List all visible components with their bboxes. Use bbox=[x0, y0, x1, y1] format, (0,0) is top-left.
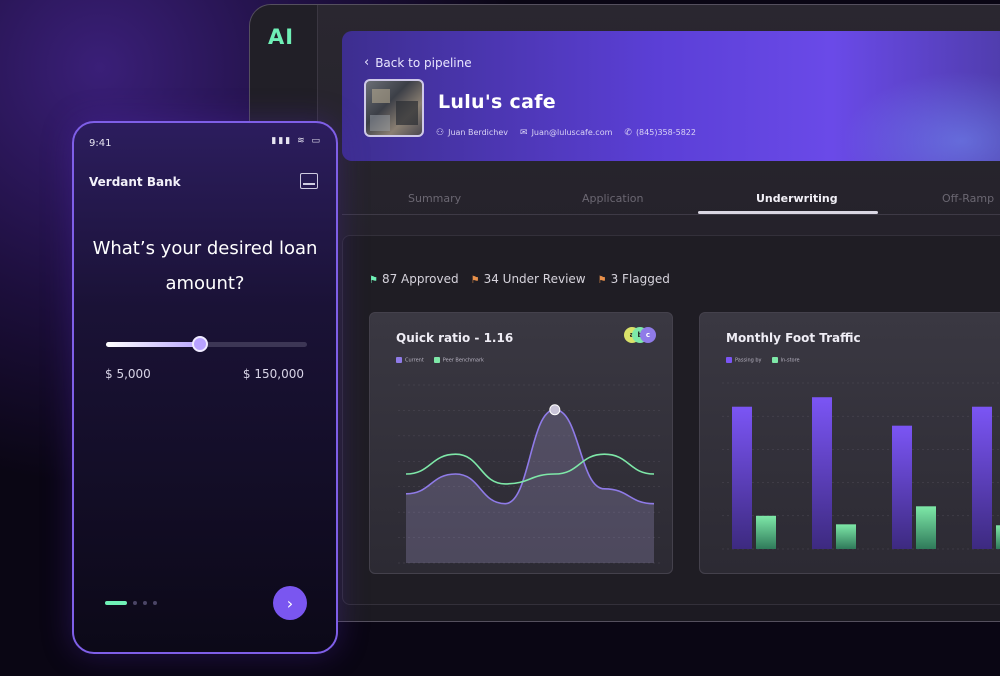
approved-count[interactable]: ⚑ 87 Approved bbox=[369, 272, 459, 286]
mail-icon: ✉ bbox=[520, 128, 528, 138]
series-area bbox=[406, 409, 654, 563]
foot-traffic-card: Monthly Foot Traffic Passing by In-store bbox=[699, 312, 1000, 574]
desktop-app-window: AI ‹ Back to pipeline Lulu's cafe ⚇ Juan … bbox=[249, 4, 1000, 622]
quick-ratio-card: Quick ratio - 1.16 a b c Current Peer Be… bbox=[369, 312, 673, 574]
tab-application[interactable]: Application bbox=[582, 192, 643, 205]
tab-off-ramp[interactable]: Off-Ramp bbox=[942, 192, 994, 205]
back-to-pipeline-link[interactable]: ‹ Back to pipeline bbox=[364, 55, 472, 70]
page-dot bbox=[153, 601, 157, 605]
menu-icon[interactable] bbox=[300, 173, 318, 189]
page-indicator bbox=[105, 601, 157, 605]
loan-amount-slider[interactable] bbox=[106, 336, 307, 352]
foot-traffic-chart bbox=[722, 382, 1000, 550]
traffic-bar bbox=[812, 397, 832, 549]
flag-icon: ⚑ bbox=[369, 275, 378, 286]
back-label: Back to pipeline bbox=[375, 55, 472, 70]
traffic-bar bbox=[916, 506, 936, 549]
underwriting-panel: ⚑ 87 Approved ⚑ 34 Under Review ⚑ 3 Flagged… bbox=[342, 235, 1000, 605]
business-name: Lulu's cafe bbox=[438, 91, 556, 113]
traffic-bar bbox=[836, 524, 856, 549]
traffic-bar bbox=[732, 406, 752, 549]
active-tab-indicator bbox=[698, 211, 878, 214]
next-button[interactable]: › bbox=[273, 586, 307, 620]
business-photo bbox=[364, 79, 424, 137]
mobile-phone-screen: 9:41 ▮▮▮ ≋ ▭ Verdant Bank What’s your de… bbox=[72, 121, 338, 654]
peak-marker bbox=[549, 404, 561, 416]
contact-phone[interactable]: ✆ (845)358-5822 bbox=[624, 128, 696, 138]
slider-fill bbox=[106, 342, 201, 347]
bank-name: Verdant Bank bbox=[89, 175, 181, 189]
tab-bar: Summary Application Underwriting Off-Ram… bbox=[342, 185, 1000, 215]
status-time: 9:41 bbox=[89, 138, 112, 149]
business-header: ‹ Back to pipeline Lulu's cafe ⚇ Juan Ber… bbox=[342, 31, 1000, 161]
traffic-bar bbox=[972, 406, 992, 549]
range-max-label: $ 150,000 bbox=[242, 367, 304, 381]
quick-ratio-chart bbox=[398, 384, 662, 564]
flagged-count[interactable]: ⚑ 3 Flagged bbox=[598, 272, 670, 286]
status-summary: ⚑ 87 Approved ⚑ 34 Under Review ⚑ 3 Flagged bbox=[369, 272, 670, 286]
person-icon: ⚇ bbox=[436, 128, 445, 138]
traffic-bar bbox=[756, 515, 776, 549]
contact-info: ⚇ Juan Berdichev ✉ Juan@luluscafe.com ✆ (84… bbox=[436, 128, 696, 138]
tab-underwriting[interactable]: Underwriting bbox=[756, 192, 838, 205]
under-review-count[interactable]: ⚑ 34 Under Review bbox=[471, 272, 586, 286]
slider-handle[interactable] bbox=[192, 336, 209, 352]
contact-person: ⚇ Juan Berdichev bbox=[436, 128, 509, 138]
range-min-label: $ 5,000 bbox=[105, 367, 151, 381]
status-icons: ▮▮▮ ≋ ▭ bbox=[271, 136, 322, 146]
page-dot-active bbox=[105, 601, 127, 605]
flag-icon: ⚑ bbox=[597, 275, 607, 286]
contact-email[interactable]: ✉ Juan@luluscafe.com bbox=[520, 128, 612, 138]
flag-icon: ⚑ bbox=[470, 275, 480, 286]
loan-amount-question: What’s your desired loan amount? bbox=[92, 238, 318, 294]
tab-summary[interactable]: Summary bbox=[408, 192, 461, 205]
traffic-bar bbox=[996, 525, 1000, 549]
traffic-bar bbox=[892, 425, 912, 549]
page-dot bbox=[133, 601, 137, 605]
app-logo: AI bbox=[268, 25, 295, 49]
phone-icon: ✆ bbox=[624, 128, 632, 138]
chevron-left-icon: ‹ bbox=[364, 55, 370, 70]
page-dot bbox=[143, 601, 147, 605]
